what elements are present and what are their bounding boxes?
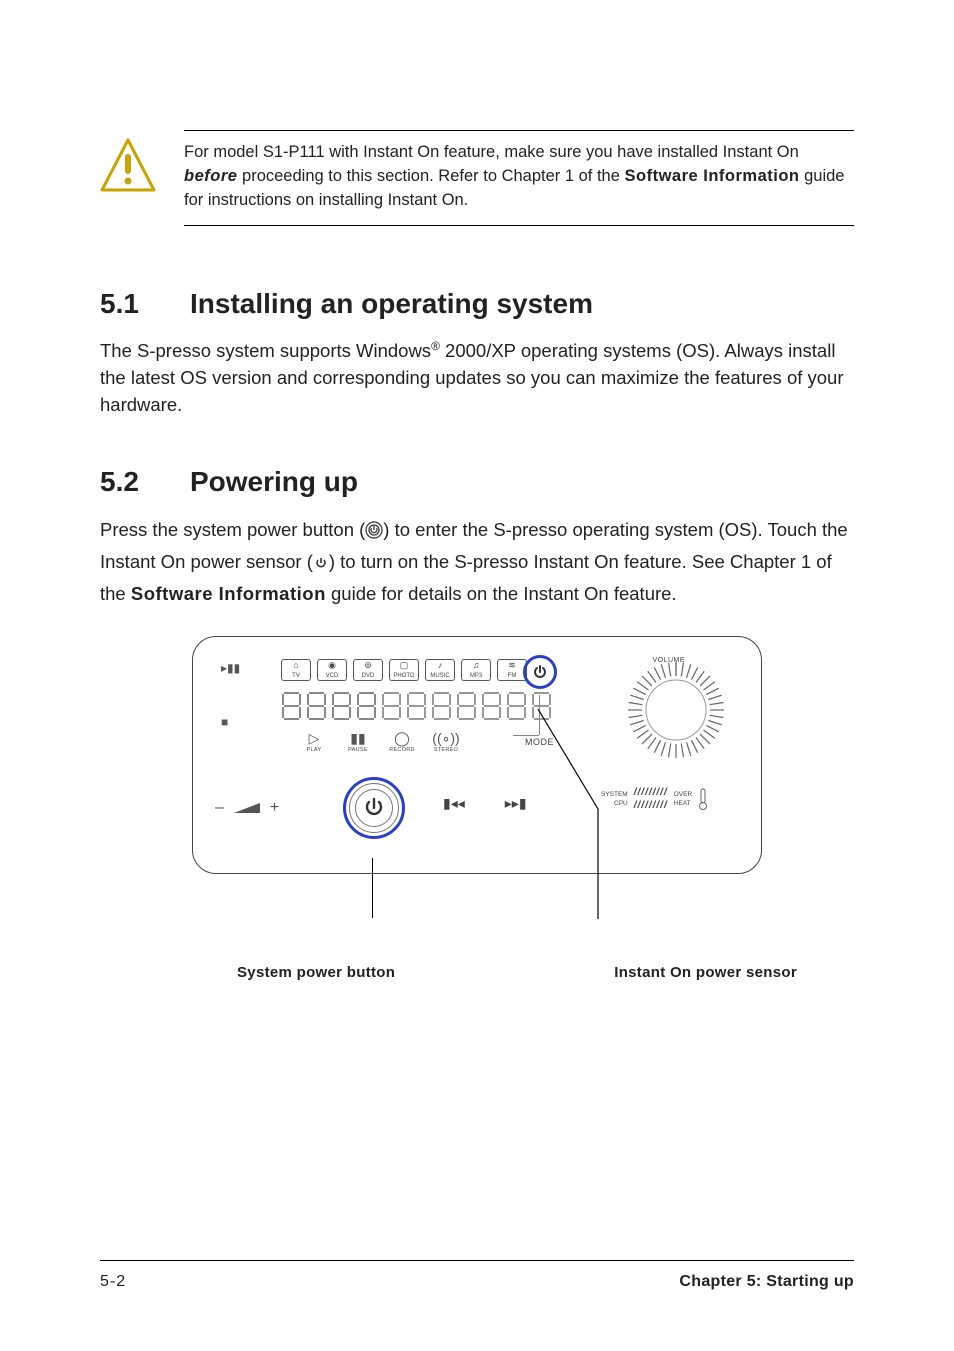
left-small-icons: ▸▮▮ ■ <box>221 661 240 729</box>
mode-connector-line-h <box>513 735 539 736</box>
stop-icon: ■ <box>221 715 240 729</box>
heat-label: HEAT <box>674 800 692 807</box>
plus-icon: + <box>270 799 279 817</box>
mode-music: ♪MUSIC <box>425 659 455 681</box>
mode-photo: ▢PHOTO <box>389 659 419 681</box>
leader-line-instant-on <box>538 709 658 919</box>
pause-status-icon: ▮▮PAUSE <box>347 731 369 753</box>
instant-on-inline-icon <box>313 551 329 580</box>
power-button-inline-icon <box>365 519 383 548</box>
warning-bold-software: Software Information <box>625 167 800 185</box>
system-power-button[interactable] <box>343 777 405 839</box>
s2-d: guide for details on the Instant On feat… <box>326 583 677 604</box>
front-panel: ▸▮▮ ■ ⌂TV ◉VCD ⊚DVD ▢PHOTO ♪MUSIC ♫MP3 ≋… <box>192 636 762 874</box>
section-5-2-body: Press the system power button () to ente… <box>100 516 854 608</box>
playback-status-row: ▷PLAY ▮▮PAUSE ◯RECORD ((∘))STEREO <box>303 731 457 753</box>
instant-on-power-sensor[interactable] <box>523 655 557 689</box>
section-5-2-title: Powering up <box>190 466 358 497</box>
ramp-icon <box>234 803 260 813</box>
power-icon <box>361 795 387 821</box>
mode-dvd: ⊚DVD <box>353 659 383 681</box>
warning-bold-before: before <box>184 167 237 185</box>
play-pause-icon: ▸▮▮ <box>221 661 240 675</box>
section-5-1-title: Installing an operating system <box>190 288 593 319</box>
front-panel-figure: ▸▮▮ ■ ⌂TV ◉VCD ⊚DVD ▢PHOTO ♪MUSIC ♫MP3 ≋… <box>192 636 762 874</box>
record-status-icon: ◯RECORD <box>391 731 413 753</box>
page-footer: 5-2 Chapter 5: Starting up <box>100 1260 854 1291</box>
next-track-icon: ▸▸▮ <box>505 795 527 812</box>
callout-leaders <box>192 894 762 964</box>
page-number: 5-2 <box>100 1273 126 1291</box>
section-5-2-number: 5.2 <box>100 466 190 498</box>
seven-segment-display <box>281 691 552 721</box>
caption-system-power: System power button <box>237 964 395 981</box>
stereo-status-icon: ((∘))STEREO <box>435 731 457 753</box>
s2-a: Press the system power button ( <box>100 519 365 540</box>
section-5-1-body: The S-presso system supports Windows® 20… <box>100 338 854 419</box>
instant-on-icon <box>531 663 549 681</box>
warning-mid: proceeding to this section. Refer to Cha… <box>237 167 624 185</box>
brightness-controls: – + <box>215 799 279 817</box>
mode-mp3: ♫MP3 <box>461 659 491 681</box>
figure-captions: System power button Instant On power sen… <box>157 964 797 981</box>
section-5-2-heading: 5.2Powering up <box>100 466 854 498</box>
mode-tv: ⌂TV <box>281 659 311 681</box>
warning-icon <box>100 138 156 194</box>
section-5-1-heading: 5.1Installing an operating system <box>100 288 854 320</box>
leader-line-power <box>372 858 373 918</box>
play-status-icon: ▷PLAY <box>303 731 325 753</box>
warning-block: For model S1-P111 with Instant On featur… <box>100 130 854 226</box>
warning-pre: For model S1-P111 with Instant On featur… <box>184 143 799 161</box>
prev-track-icon: ▮◂◂ <box>443 795 465 812</box>
thermometer-icon <box>698 788 708 810</box>
s2-bold: Software Information <box>131 583 326 604</box>
mode-indicator-row: ⌂TV ◉VCD ⊚DVD ▢PHOTO ♪MUSIC ♫MP3 ≋FM <box>281 659 527 681</box>
track-nav: ▮◂◂ ▸▸▮ <box>443 795 527 812</box>
s1-body-sup: ® <box>431 339 440 353</box>
chapter-title: Chapter 5: Starting up <box>679 1273 854 1291</box>
warning-text: For model S1-P111 with Instant On featur… <box>184 130 854 226</box>
caption-instant-on: Instant On power sensor <box>614 964 797 981</box>
minus-icon: – <box>215 799 224 817</box>
s1-body-a: The S-presso system supports Windows <box>100 340 431 361</box>
over-label: OVER <box>674 791 692 798</box>
section-5-1-number: 5.1 <box>100 288 190 320</box>
mode-vcd: ◉VCD <box>317 659 347 681</box>
